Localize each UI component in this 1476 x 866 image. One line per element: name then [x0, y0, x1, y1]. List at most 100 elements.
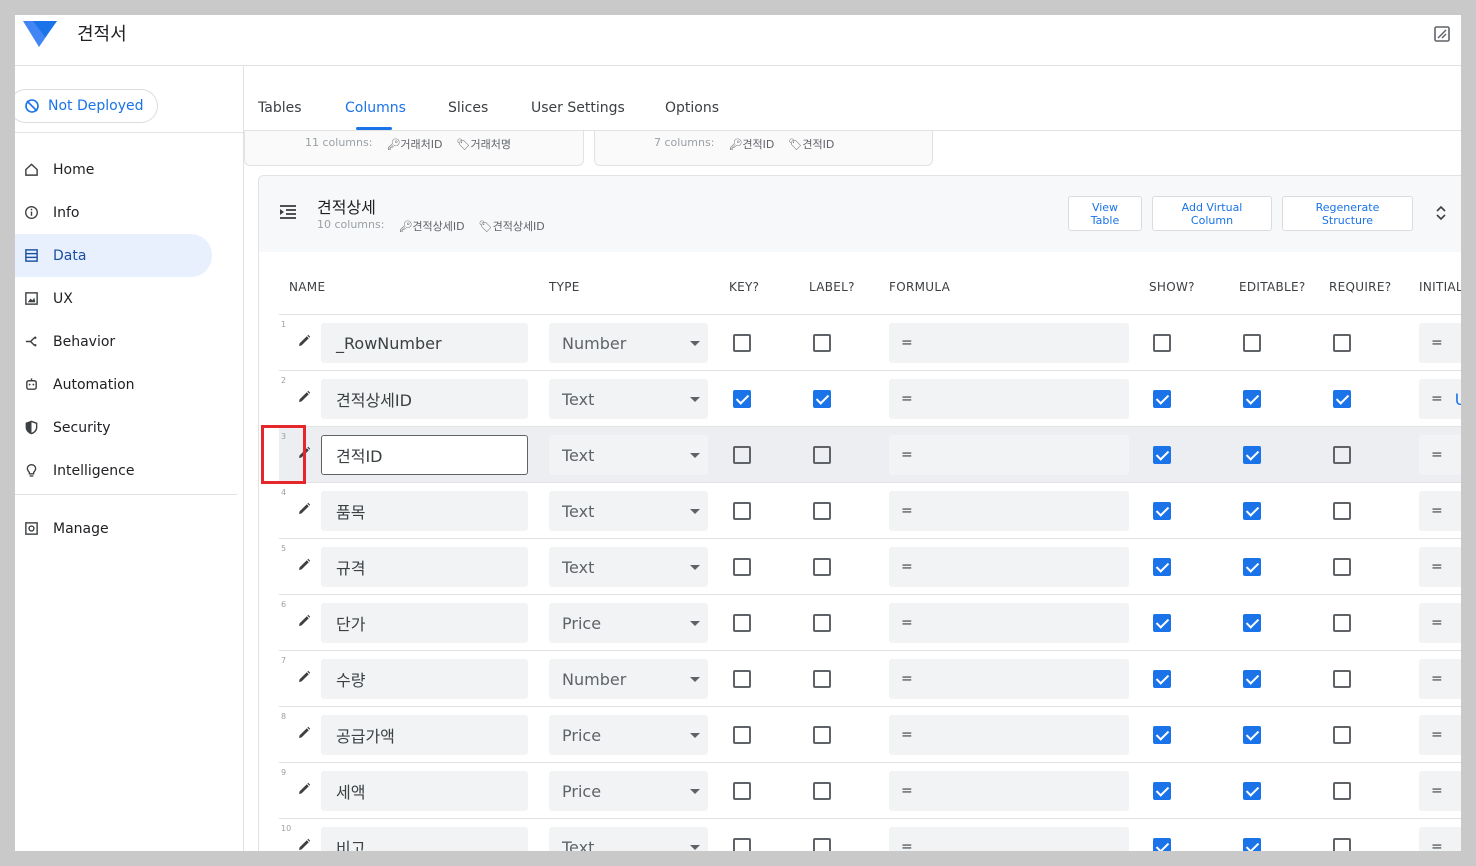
add-virtual-column-button[interactable]: Add Virtual Column [1152, 196, 1272, 231]
formula-field[interactable]: = [889, 323, 1129, 363]
label-checkbox[interactable] [813, 390, 831, 408]
edit-pencil-icon[interactable] [297, 838, 311, 851]
require-checkbox[interactable] [1333, 670, 1351, 688]
column-name-field[interactable]: 단가 [321, 603, 528, 643]
show-checkbox[interactable] [1153, 558, 1171, 576]
key-checkbox[interactable] [733, 838, 751, 851]
column-type-select[interactable]: Price [549, 603, 708, 643]
initial-value-field[interactable]: = [1419, 827, 1461, 851]
require-checkbox[interactable] [1333, 502, 1351, 520]
require-checkbox[interactable] [1333, 390, 1351, 408]
label-checkbox[interactable] [813, 670, 831, 688]
show-checkbox[interactable] [1153, 446, 1171, 464]
initial-value-field[interactable]: = [1419, 435, 1461, 475]
column-type-select[interactable]: Number [549, 323, 708, 363]
column-name-field[interactable]: _RowNumber [321, 323, 528, 363]
sidebar-item-intelligence[interactable]: Intelligence [15, 449, 212, 492]
tab-user-settings[interactable]: User Settings [531, 100, 625, 116]
show-checkbox[interactable] [1153, 614, 1171, 632]
column-type-select[interactable]: Text [549, 827, 708, 851]
label-checkbox[interactable] [813, 558, 831, 576]
sidebar-item-info[interactable]: Info [15, 191, 212, 234]
edit-pencil-icon[interactable] [297, 782, 311, 796]
key-checkbox[interactable] [733, 502, 751, 520]
require-checkbox[interactable] [1333, 558, 1351, 576]
tab-slices[interactable]: Slices [448, 100, 488, 116]
key-checkbox[interactable] [733, 782, 751, 800]
tab-options[interactable]: Options [665, 100, 719, 116]
tab-columns[interactable]: Columns [345, 100, 406, 116]
show-checkbox[interactable] [1153, 502, 1171, 520]
column-name-field[interactable]: 수량 [321, 659, 528, 699]
expand-collapse-icon[interactable] [1434, 205, 1448, 221]
formula-field[interactable]: = [889, 435, 1129, 475]
column-type-select[interactable]: Price [549, 715, 708, 755]
sidebar-item-security[interactable]: Security [15, 406, 212, 449]
initial-value-field[interactable]: = [1419, 659, 1461, 699]
edit-pencil-icon[interactable] [297, 334, 311, 348]
show-checkbox[interactable] [1153, 838, 1171, 851]
column-type-select[interactable]: Text [549, 491, 708, 531]
formula-field[interactable]: = [889, 603, 1129, 643]
preview-toggle-icon[interactable] [1433, 25, 1451, 43]
sidebar-item-behavior[interactable]: Behavior [15, 320, 212, 363]
edit-pencil-icon[interactable] [297, 390, 311, 404]
formula-field[interactable]: = [889, 827, 1129, 851]
show-checkbox[interactable] [1153, 782, 1171, 800]
edit-pencil-icon[interactable] [297, 558, 311, 572]
key-checkbox[interactable] [733, 558, 751, 576]
label-checkbox[interactable] [813, 614, 831, 632]
column-type-select[interactable]: Text [549, 547, 708, 587]
label-checkbox[interactable] [813, 334, 831, 352]
show-checkbox[interactable] [1153, 390, 1171, 408]
key-checkbox[interactable] [733, 670, 751, 688]
key-checkbox[interactable] [733, 390, 751, 408]
initial-value-field[interactable]: = [1419, 603, 1461, 643]
require-checkbox[interactable] [1333, 782, 1351, 800]
label-checkbox[interactable] [813, 726, 831, 744]
editable-checkbox[interactable] [1243, 614, 1261, 632]
initial-value-field[interactable]: = UI [1419, 379, 1461, 419]
view-table-button[interactable]: View Table [1068, 196, 1142, 231]
table-list-icon[interactable] [279, 204, 297, 220]
column-name-field[interactable]: 공급가액 [321, 715, 528, 755]
require-checkbox[interactable] [1333, 726, 1351, 744]
label-checkbox[interactable] [813, 502, 831, 520]
sidebar-item-home[interactable]: Home [15, 148, 212, 191]
column-type-select[interactable]: Price [549, 771, 708, 811]
initial-value-field[interactable]: = [1419, 547, 1461, 587]
edit-pencil-icon[interactable] [297, 614, 311, 628]
column-name-field[interactable]: 견적상세ID [321, 379, 528, 419]
formula-field[interactable]: = [889, 547, 1129, 587]
sidebar-item-manage[interactable]: Manage [15, 507, 212, 550]
initial-value-field[interactable]: = [1419, 715, 1461, 755]
editable-checkbox[interactable] [1243, 390, 1261, 408]
regenerate-structure-button[interactable]: Regenerate Structure [1282, 196, 1413, 231]
editable-checkbox[interactable] [1243, 838, 1261, 851]
require-checkbox[interactable] [1333, 334, 1351, 352]
initial-value-field[interactable]: = [1419, 323, 1461, 363]
editable-checkbox[interactable] [1243, 670, 1261, 688]
formula-field[interactable]: = [889, 659, 1129, 699]
sidebar-item-automation[interactable]: Automation [15, 363, 212, 406]
require-checkbox[interactable] [1333, 838, 1351, 851]
label-checkbox[interactable] [813, 446, 831, 464]
show-checkbox[interactable] [1153, 726, 1171, 744]
editable-checkbox[interactable] [1243, 782, 1261, 800]
initial-value-field[interactable]: = [1419, 491, 1461, 531]
key-checkbox[interactable] [733, 614, 751, 632]
tab-tables[interactable]: Tables [258, 100, 302, 116]
column-name-field[interactable]: 규격 [321, 547, 528, 587]
label-checkbox[interactable] [813, 838, 831, 851]
column-type-select[interactable]: Text [549, 435, 708, 475]
editable-checkbox[interactable] [1243, 558, 1261, 576]
label-checkbox[interactable] [813, 782, 831, 800]
key-checkbox[interactable] [733, 726, 751, 744]
editable-checkbox[interactable] [1243, 726, 1261, 744]
show-checkbox[interactable] [1153, 670, 1171, 688]
edit-pencil-icon[interactable] [297, 670, 311, 684]
require-checkbox[interactable] [1333, 446, 1351, 464]
editable-checkbox[interactable] [1243, 502, 1261, 520]
column-type-select[interactable]: Text [549, 379, 708, 419]
formula-field[interactable]: = [889, 771, 1129, 811]
